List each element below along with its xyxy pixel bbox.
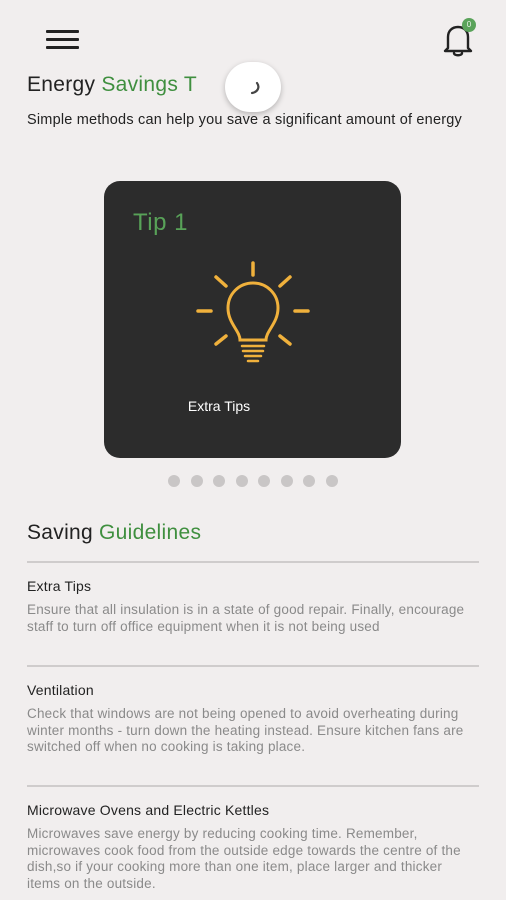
guideline-title: Ventilation: [27, 682, 94, 698]
pagination-dot[interactable]: [191, 475, 203, 487]
title-text: Saving: [27, 521, 94, 544]
notifications-button[interactable]: 0: [438, 18, 478, 60]
pagination-dot[interactable]: [258, 475, 270, 487]
menu-line: [46, 38, 79, 41]
list-item[interactable]: Ventilation Check that windows are not b…: [27, 665, 479, 785]
pagination-dot[interactable]: [326, 475, 338, 487]
tip-caption: Extra Tips: [187, 398, 251, 414]
loading-spinner: [225, 62, 281, 112]
energy-subtitle: Simple methods can help you save a signi…: [27, 112, 462, 128]
title-text: Energy: [27, 73, 96, 96]
hamburger-menu-icon[interactable]: [46, 30, 79, 50]
guideline-title: Extra Tips: [27, 578, 92, 594]
guideline-title: Microwave Ovens and Electric Kettles: [27, 802, 270, 818]
menu-line: [46, 30, 79, 33]
guidelines-section-title: Saving Guidelines: [27, 521, 201, 545]
guideline-body: Ensure that all insulation is in a state…: [27, 602, 465, 634]
lightbulb-icon: [196, 261, 310, 363]
guideline-body: Microwaves save energy by reducing cooki…: [27, 826, 461, 891]
guideline-body: Check that windows are not being opened …: [27, 706, 464, 754]
menu-line: [46, 46, 79, 49]
pagination-dot[interactable]: [281, 475, 293, 487]
pagination-dot[interactable]: [236, 475, 248, 487]
guidelines-list: Extra Tips Ensure that all insulation is…: [27, 561, 479, 900]
pagination-dot[interactable]: [303, 475, 315, 487]
pagination-dot[interactable]: [168, 475, 180, 487]
title-accent: Savings T: [101, 73, 198, 96]
spinner-icon: [250, 81, 260, 95]
energy-section-title: Energy Savings T: [27, 73, 197, 97]
list-item[interactable]: Microwave Ovens and Electric Kettles Mic…: [27, 785, 479, 900]
notification-badge: 0: [462, 18, 476, 32]
pagination-dot[interactable]: [213, 475, 225, 487]
tip-card[interactable]: Tip 1 Extra Tips: [104, 181, 401, 458]
tip-title: Tip 1: [133, 209, 188, 236]
title-accent: Guidelines: [99, 521, 202, 544]
list-item[interactable]: Extra Tips Ensure that all insulation is…: [27, 561, 479, 665]
